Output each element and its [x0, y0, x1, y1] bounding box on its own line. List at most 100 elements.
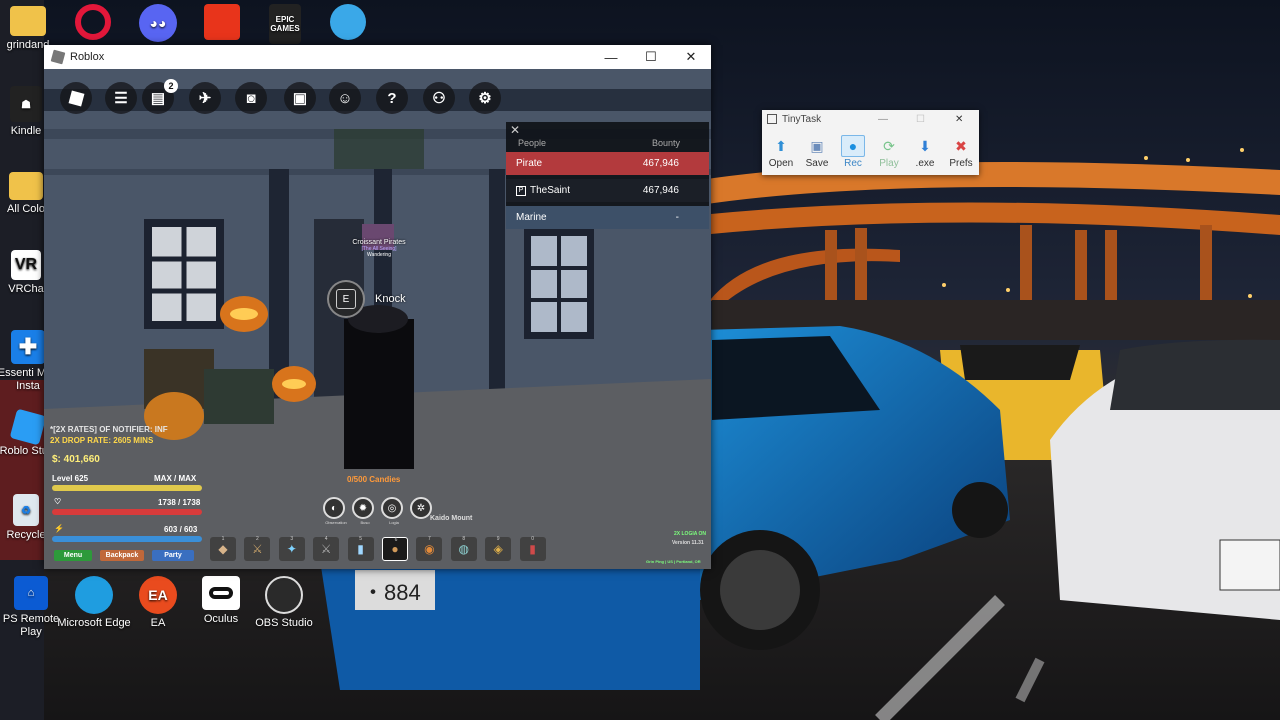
health-bar-fill	[52, 509, 202, 515]
interaction-prompt[interactable]: E Knock	[327, 280, 406, 318]
slot-item-icon: ◈	[493, 542, 503, 556]
slot-item-icon: ◆	[218, 542, 228, 556]
bounty-row[interactable]: Marine -	[506, 206, 709, 229]
settings-button[interactable]: ⚙	[469, 82, 501, 114]
energy-icon: ⚡	[54, 524, 64, 533]
hotbar-slot[interactable]: 0 ▮	[519, 536, 546, 561]
tinytask-close-button[interactable]: ✕	[955, 114, 963, 125]
people-add-icon: ⚇	[432, 90, 446, 107]
slot-number: 0	[531, 536, 534, 542]
hotbar-slot[interactable]: 7 ◉	[416, 536, 443, 561]
crew-name: Croissant Pirates	[352, 239, 406, 246]
tinytask-play-button[interactable]: ⟳ Play	[873, 135, 905, 170]
party-button[interactable]: Party	[152, 550, 194, 561]
buso-ability[interactable]: ✹ Buso	[352, 497, 374, 525]
emotes-button[interactable]: ✈	[189, 82, 221, 114]
roblox-menu-button[interactable]	[60, 82, 92, 114]
bounty-panel: ✕ People Bounty Pirate 467,946 P TheSaint…	[506, 122, 709, 229]
mount-ability[interactable]: ✲	[410, 497, 432, 519]
notifications-button[interactable]: ▤ 2	[142, 79, 178, 114]
menu-button[interactable]: Menu	[54, 550, 92, 561]
slot-number: 4	[324, 536, 328, 542]
server-info-3: Grin Ping | US | Portland, OR	[646, 559, 701, 564]
mount-label: Kaido Mount	[430, 515, 473, 522]
desktop-icon-obs[interactable]: OBS Studio	[246, 576, 322, 630]
tinytask-save-button[interactable]: ▣ Save	[801, 135, 833, 170]
level-bar-fill	[52, 485, 202, 491]
globe-icon	[330, 4, 366, 40]
tinytask-rec-button[interactable]: ● Rec	[837, 135, 869, 169]
notification-badge: 2	[164, 79, 178, 93]
edge-icon	[75, 576, 113, 614]
exe-download-icon: ⬇	[919, 137, 931, 154]
help-button[interactable]: ?	[376, 82, 408, 114]
level-label: Level 625	[52, 474, 89, 483]
desktop-icon-globe[interactable]	[310, 4, 386, 43]
clipboard-icon: ▣	[292, 90, 308, 107]
bounty-close-button[interactable]: ✕	[510, 123, 520, 137]
tinytask-prefs-button[interactable]: ✖ Prefs	[945, 135, 977, 170]
svg-text:・884: ・884	[362, 580, 421, 605]
essential-mod-icon: ✚	[11, 330, 45, 364]
roblox-window: Roblox — ☐ ✕ ☰ ▤ 2 ✈ ◙ ▣ ☺ ? ⚇ ⚙ Croissa…	[44, 45, 711, 569]
hotbar-slot[interactable]: 4 ⚔	[313, 536, 340, 561]
logia-ability[interactable]: ◎ Logia	[381, 497, 403, 525]
kindle-icon: ☗	[10, 86, 42, 122]
hotbar-slot[interactable]: 9 ◈	[485, 536, 512, 561]
hotbar-slot[interactable]: 8 ◍	[450, 536, 477, 561]
bounty-row[interactable]: P TheSaint 467,946	[506, 179, 709, 202]
screenshot-button[interactable]: ◙	[235, 82, 267, 114]
tinytask-exe-button[interactable]: ⬇ .exe	[909, 135, 941, 170]
slot-item-icon: ⚔	[320, 542, 332, 556]
slot-item-icon: ▮	[529, 542, 536, 556]
bounty-row[interactable]: Pirate 467,946	[506, 152, 709, 175]
minimize-button[interactable]: —	[591, 45, 631, 69]
money-display: $: 401,660	[52, 454, 100, 465]
vrchat-icon: VR	[11, 250, 41, 280]
tinytask-titlebar[interactable]: TinyTask — ☐ ✕	[762, 110, 979, 128]
hotbar-slot[interactable]: 6 ●	[382, 537, 408, 561]
game-icon	[204, 4, 240, 40]
tinytask-app-icon	[767, 114, 777, 124]
maximize-button[interactable]: ☐	[631, 45, 671, 69]
candies-counter: 0/500 Candies	[347, 475, 401, 484]
emote-icon: ✈	[198, 90, 212, 107]
gear-icon: ⚙	[478, 90, 492, 107]
hotbar-slot[interactable]: 2 ⚔	[244, 536, 271, 561]
slot-number: 9	[496, 536, 500, 542]
tinytask-open-button[interactable]: ⬆ Open	[765, 135, 797, 170]
open-icon: ⬆	[775, 137, 787, 154]
hamburger-menu-button[interactable]: ☰	[105, 82, 137, 114]
record-icon: ●	[841, 135, 865, 157]
party-invite-button[interactable]: ⚇	[423, 82, 455, 114]
slot-number: 8	[462, 536, 466, 542]
emote-wheel-button[interactable]: ☺	[329, 82, 361, 114]
close-button[interactable]: ✕	[671, 45, 711, 69]
hotbar-slot[interactable]: 5 ▮	[347, 536, 374, 561]
folder-icon	[10, 6, 46, 36]
prefs-icon: ✖	[955, 137, 967, 154]
slot-number: 5	[359, 536, 362, 542]
hotbar-slot[interactable]: 1 ◆	[210, 536, 236, 561]
tinytask-window: TinyTask — ☐ ✕ ⬆ Open ▣ Save ● Rec ⟳ Pla…	[762, 110, 979, 175]
obs-icon	[265, 576, 303, 614]
window-title: Roblox	[70, 51, 105, 63]
tinytask-minimize-button[interactable]: —	[878, 114, 888, 125]
hotbar-slot[interactable]: 3 ✦	[278, 536, 305, 561]
slot-item-icon: ◉	[424, 542, 435, 556]
tinytask-maximize-button[interactable]: ☐	[916, 114, 925, 125]
opera-icon	[75, 4, 111, 40]
energy-bar	[52, 536, 202, 542]
roblox-titlebar[interactable]: Roblox — ☐ ✕	[44, 45, 711, 69]
slot-number: 6	[394, 537, 398, 543]
camera-icon: ◙	[246, 89, 256, 107]
quests-button[interactable]: ▣	[284, 82, 316, 114]
observation-ability[interactable]: ◐ Observation	[323, 497, 347, 525]
player-rank: Wandering	[367, 252, 391, 258]
slot-item-icon: ▮	[357, 542, 364, 556]
backpack-button[interactable]: Backpack	[100, 550, 144, 561]
prompt-action: Knock	[375, 293, 406, 305]
server-info-2: Version 11.31	[672, 540, 704, 546]
recycle-bin-icon: ♻	[13, 494, 39, 526]
roblox-studio-icon	[9, 408, 47, 446]
